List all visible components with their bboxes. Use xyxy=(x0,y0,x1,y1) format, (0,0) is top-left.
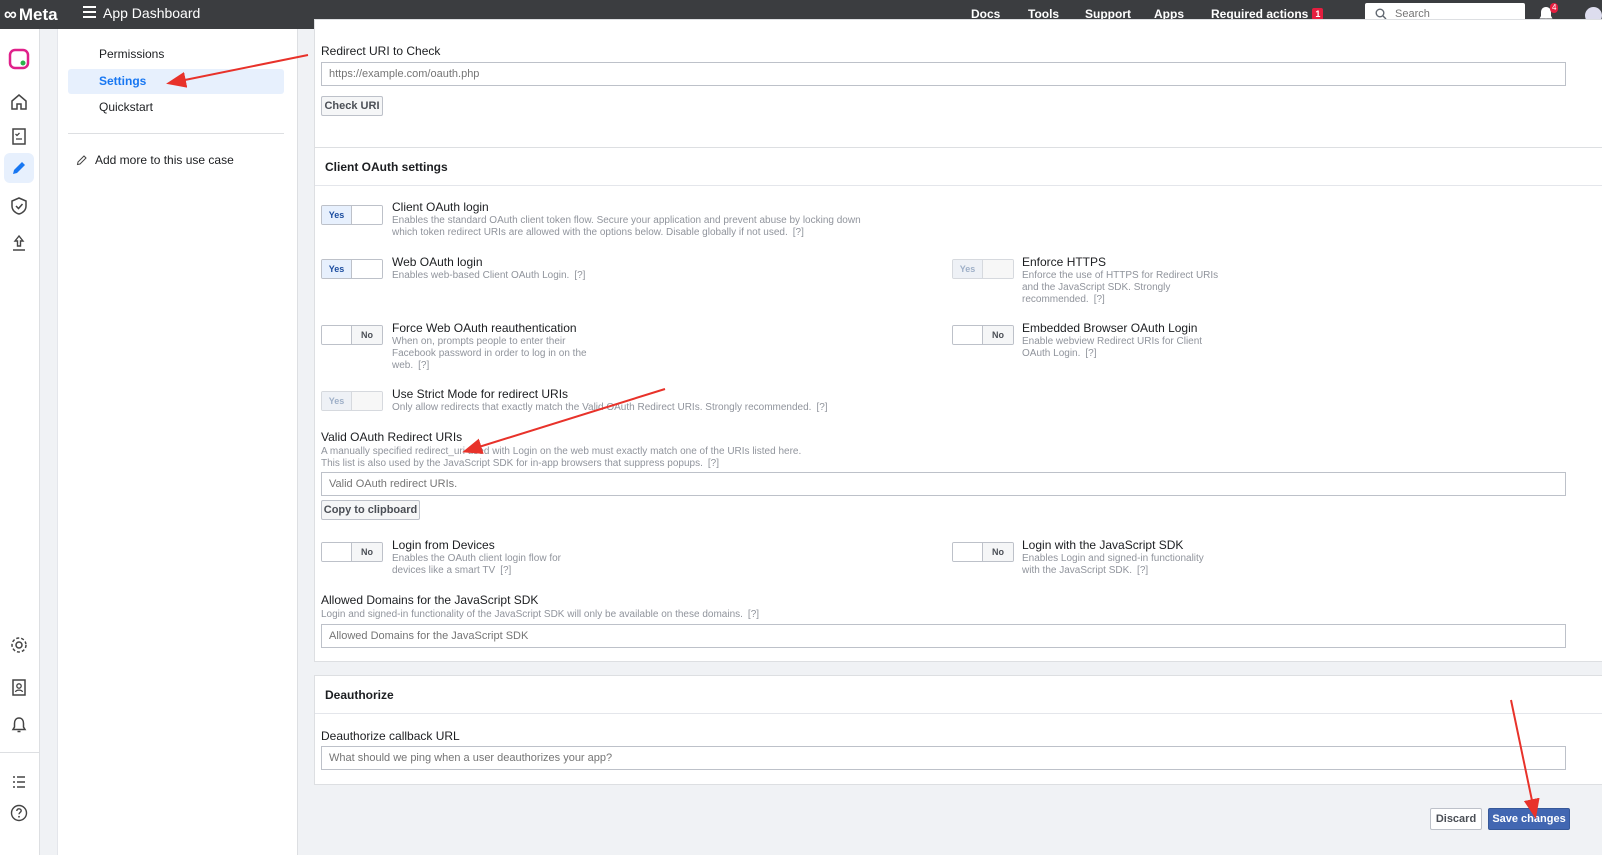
meta-infinity-icon: ∞ xyxy=(4,4,17,24)
add-more-label: Add more to this use case xyxy=(95,153,234,167)
check-uri-button[interactable]: Check URI xyxy=(321,96,383,116)
bell-outline-icon[interactable] xyxy=(4,710,34,740)
login-js-sdk-toggle[interactable]: No xyxy=(952,542,1014,562)
gear-icon[interactable] xyxy=(4,630,34,660)
force-reauth-toggle[interactable]: No xyxy=(321,325,383,345)
main-content: Redirect URI to Check Check URI Client O… xyxy=(298,19,1602,855)
allowed-domains-desc: Login and signed-in functionality of the… xyxy=(321,609,760,620)
app-title[interactable]: App Dashboard xyxy=(103,5,200,21)
deauthorize-header: Deauthorize xyxy=(315,676,1602,714)
client-oauth-header: Client OAuth settings xyxy=(315,148,1602,186)
allowed-domains-input[interactable] xyxy=(321,624,1566,648)
edit-pencil-icon xyxy=(76,155,87,166)
sidebar-item-settings[interactable]: Settings xyxy=(68,69,284,94)
redirect-check-label: Redirect URI to Check xyxy=(321,44,441,58)
discard-button[interactable]: Discard xyxy=(1430,808,1482,830)
help-tooltip[interactable]: [?] xyxy=(418,360,429,371)
list-icon[interactable] xyxy=(4,767,34,797)
icon-rail xyxy=(0,29,40,855)
help-tooltip[interactable]: [?] xyxy=(1094,294,1105,305)
help-tooltip[interactable]: [?] xyxy=(793,227,804,238)
valid-redirect-desc: A manually specified redirect_uri used w… xyxy=(321,446,802,469)
embedded-browser-toggle[interactable]: No xyxy=(952,325,1014,345)
help-tooltip[interactable]: [?] xyxy=(500,565,511,576)
client-oauth-login-title: Client OAuth login xyxy=(392,200,489,214)
help-tooltip[interactable]: [?] xyxy=(708,458,719,469)
add-more-link[interactable]: Add more to this use case xyxy=(76,153,234,167)
enforce-https-toggle: Yes xyxy=(952,259,1014,279)
upload-icon[interactable] xyxy=(4,228,34,258)
login-devices-toggle[interactable]: No xyxy=(321,542,383,562)
strict-mode-title: Use Strict Mode for redirect URIs xyxy=(392,387,569,401)
strict-mode-desc: Only allow redirects that exactly match … xyxy=(392,402,828,413)
force-reauth-title: Force Web OAuth reauthentication xyxy=(392,321,577,335)
help-icon[interactable] xyxy=(4,798,34,828)
brand-name: Meta xyxy=(18,4,58,24)
notifications-badge: 4 xyxy=(1550,3,1559,13)
contact-card-icon[interactable] xyxy=(4,672,34,702)
help-tooltip[interactable]: [?] xyxy=(574,270,585,281)
menu-icon[interactable] xyxy=(83,6,96,18)
deauthorize-callback-input[interactable] xyxy=(321,746,1566,770)
web-oauth-login-toggle[interactable]: Yes xyxy=(321,259,383,279)
client-oauth-login-desc: Enables the standard OAuth client token … xyxy=(392,215,861,238)
help-tooltip[interactable]: [?] xyxy=(1085,348,1096,359)
shield-check-icon[interactable] xyxy=(4,191,34,221)
force-reauth-desc: When on, prompts people to enter their F… xyxy=(392,336,587,371)
meta-logo[interactable]: ∞ Meta xyxy=(0,0,58,29)
sidebar-divider xyxy=(68,133,284,134)
login-js-sdk-desc: Enables Login and signed-in functionalit… xyxy=(1022,553,1204,576)
pencil-icon[interactable] xyxy=(4,153,34,183)
help-tooltip[interactable]: [?] xyxy=(748,609,759,620)
enforce-https-desc: Enforce the use of HTTPS for Redirect UR… xyxy=(1022,270,1219,305)
valid-redirect-title: Valid OAuth Redirect URIs xyxy=(321,430,463,444)
app-icon[interactable] xyxy=(4,44,34,74)
valid-redirect-input[interactable] xyxy=(321,472,1566,496)
embedded-browser-title: Embedded Browser OAuth Login xyxy=(1022,321,1198,335)
sidebar-item-quickstart[interactable]: Quickstart xyxy=(68,95,284,120)
deauthorize-card: Deauthorize Deauthorize callback URL xyxy=(314,675,1602,785)
enforce-https-title: Enforce HTTPS xyxy=(1022,255,1107,269)
copy-to-clipboard-button[interactable]: Copy to clipboard xyxy=(321,500,420,520)
redirect-check-card: Redirect URI to Check Check URI xyxy=(314,19,1602,163)
embedded-browser-desc: Enable webview Redirect URIs for Client … xyxy=(1022,336,1203,359)
checklist-icon[interactable] xyxy=(4,121,34,151)
help-tooltip[interactable]: [?] xyxy=(816,402,827,413)
redirect-uri-input[interactable] xyxy=(321,62,1566,86)
help-tooltip[interactable]: [?] xyxy=(1137,565,1148,576)
deauthorize-callback-label: Deauthorize callback URL xyxy=(321,729,460,743)
strict-mode-toggle: Yes xyxy=(321,391,383,411)
login-devices-desc: Enables the OAuth client login flow for … xyxy=(392,553,561,576)
sidebar-item-permissions[interactable]: Permissions xyxy=(68,42,284,67)
use-case-sidebar: Permissions Settings Quickstart Add more… xyxy=(57,29,298,855)
rail-divider xyxy=(0,752,40,753)
home-icon[interactable] xyxy=(4,87,34,117)
web-oauth-login-desc: Enables web-based Client OAuth Login. [?] xyxy=(392,270,586,281)
login-devices-title: Login from Devices xyxy=(392,538,495,552)
web-oauth-login-title: Web OAuth login xyxy=(392,255,483,269)
login-js-sdk-title: Login with the JavaScript SDK xyxy=(1022,538,1184,552)
save-changes-button[interactable]: Save changes xyxy=(1488,808,1570,830)
allowed-domains-title: Allowed Domains for the JavaScript SDK xyxy=(321,593,539,607)
client-oauth-card: Client OAuth settings Yes Client OAuth l… xyxy=(314,147,1602,662)
client-oauth-login-toggle[interactable]: Yes xyxy=(321,205,383,225)
